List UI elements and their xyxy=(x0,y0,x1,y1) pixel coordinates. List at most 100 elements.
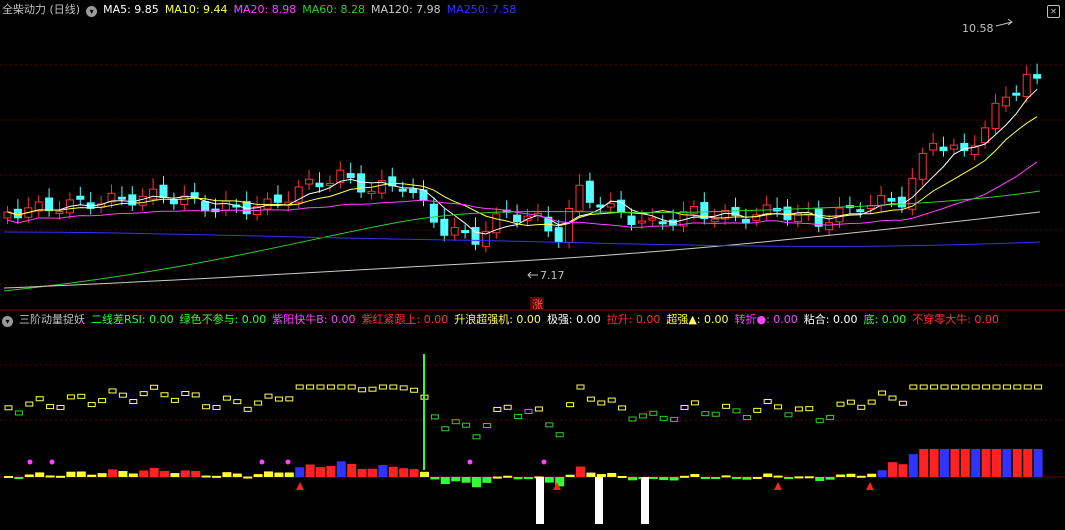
signal-marker xyxy=(878,390,887,396)
candle xyxy=(949,144,958,150)
momentum-bar xyxy=(908,454,918,477)
momentum-bar xyxy=(35,472,45,477)
momentum-bar xyxy=(867,473,877,477)
momentum-bar xyxy=(929,449,939,477)
momentum-bar xyxy=(409,469,419,477)
momentum-bar xyxy=(617,476,627,479)
signal-marker xyxy=(638,413,647,419)
momentum-bar xyxy=(451,477,461,482)
momentum-bar xyxy=(503,475,513,478)
candle xyxy=(429,203,438,223)
candle xyxy=(138,195,147,206)
signal-marker xyxy=(992,384,1001,390)
candle xyxy=(169,199,178,205)
signal-marker xyxy=(98,398,107,404)
ma250-line xyxy=(3,231,1041,247)
candle xyxy=(918,152,927,180)
signal-marker xyxy=(618,405,627,411)
signal-marker xyxy=(181,390,190,396)
signal-marker xyxy=(35,396,44,402)
signal-marker xyxy=(909,384,918,390)
momentum-bar xyxy=(201,475,211,478)
momentum-bar xyxy=(971,449,981,477)
momentum-bar xyxy=(347,463,357,477)
candle xyxy=(398,188,407,192)
signal-marker xyxy=(1002,384,1011,390)
signal-marker xyxy=(56,404,65,410)
momentum-bar xyxy=(888,462,897,477)
momentum-bar xyxy=(825,477,835,480)
momentum-bar xyxy=(669,477,679,481)
signal-marker xyxy=(514,413,523,419)
settings-icon[interactable]: ▾ xyxy=(86,6,98,17)
extreme-bar xyxy=(641,477,649,524)
signal-marker xyxy=(898,400,907,406)
signal-marker xyxy=(826,414,835,420)
indicator-legend-11: 不穿零大牛: 0.00 xyxy=(912,313,999,326)
indicator-menu-icon[interactable]: ▾ xyxy=(2,316,13,327)
close-icon[interactable]: ✕ xyxy=(1047,5,1060,18)
candle xyxy=(981,127,990,144)
candle xyxy=(554,227,563,243)
candle xyxy=(627,215,636,225)
indicator-legend-3: 紫红紧跟上: 0.00 xyxy=(361,313,449,326)
momentum-bar xyxy=(607,472,617,477)
momentum-bar xyxy=(659,477,669,481)
candle xyxy=(117,196,126,200)
momentum-bar xyxy=(992,449,1001,477)
signal-marker xyxy=(1013,384,1022,390)
candle xyxy=(606,202,615,208)
indicator-legend-10: 底: 0.00 xyxy=(863,313,907,326)
momentum-bar xyxy=(139,470,149,477)
momentum-bar xyxy=(815,477,825,481)
signal-marker xyxy=(191,392,200,398)
momentum-bar xyxy=(721,475,731,478)
signal-triangle xyxy=(296,482,304,490)
signal-marker xyxy=(202,404,211,410)
signal-dot xyxy=(467,459,473,465)
momentum-bar xyxy=(742,477,752,480)
candle xyxy=(513,214,522,223)
candle xyxy=(357,173,366,193)
momentum-bar xyxy=(784,477,793,479)
momentum-bar xyxy=(97,473,107,477)
signal-marker xyxy=(670,416,679,422)
signal-marker xyxy=(118,392,127,398)
signal-marker xyxy=(14,410,23,416)
candle xyxy=(929,142,938,151)
signal-marker xyxy=(378,384,387,390)
signal-marker xyxy=(66,394,75,400)
momentum-bar xyxy=(576,466,585,477)
chart-area[interactable]: 10.58 7.17 涨 xyxy=(0,0,1065,530)
price-header: 全柴动力 (日线) ▾ MA5: 9.85 MA10: 9.44 MA20: 8.98 M… xyxy=(2,2,528,18)
momentum-bar xyxy=(482,477,492,483)
momentum-bar xyxy=(45,475,55,478)
indicator-legend-8: 转折●: 0.00 xyxy=(734,313,798,326)
candle xyxy=(939,146,948,152)
high-price-label: 10.58 xyxy=(962,22,994,35)
momentum-bar xyxy=(461,477,471,483)
signal-marker xyxy=(982,384,991,390)
momentum-bar xyxy=(596,474,606,477)
momentum-bar xyxy=(732,477,741,479)
momentum-bar xyxy=(513,477,523,480)
momentum-bar xyxy=(763,473,773,477)
signal-marker xyxy=(534,406,543,412)
signal-marker xyxy=(472,434,481,440)
momentum-bar xyxy=(628,477,637,481)
momentum-bar xyxy=(1033,449,1043,477)
signal-marker xyxy=(337,384,346,390)
candle xyxy=(825,222,834,231)
signal-marker xyxy=(1023,384,1032,390)
signal-marker xyxy=(326,384,335,390)
indicator-legend-6: 拉升: 0.00 xyxy=(606,313,661,326)
momentum-bar xyxy=(191,470,201,477)
momentum-bar xyxy=(243,476,253,479)
momentum-bar xyxy=(212,475,221,478)
signal-marker xyxy=(722,403,731,409)
ma-legend-1: MA10: 9.44 xyxy=(164,3,228,16)
candle xyxy=(814,208,823,227)
low-price-label: 7.17 xyxy=(540,269,565,282)
signal-marker xyxy=(701,411,710,417)
signal-marker xyxy=(389,384,398,390)
